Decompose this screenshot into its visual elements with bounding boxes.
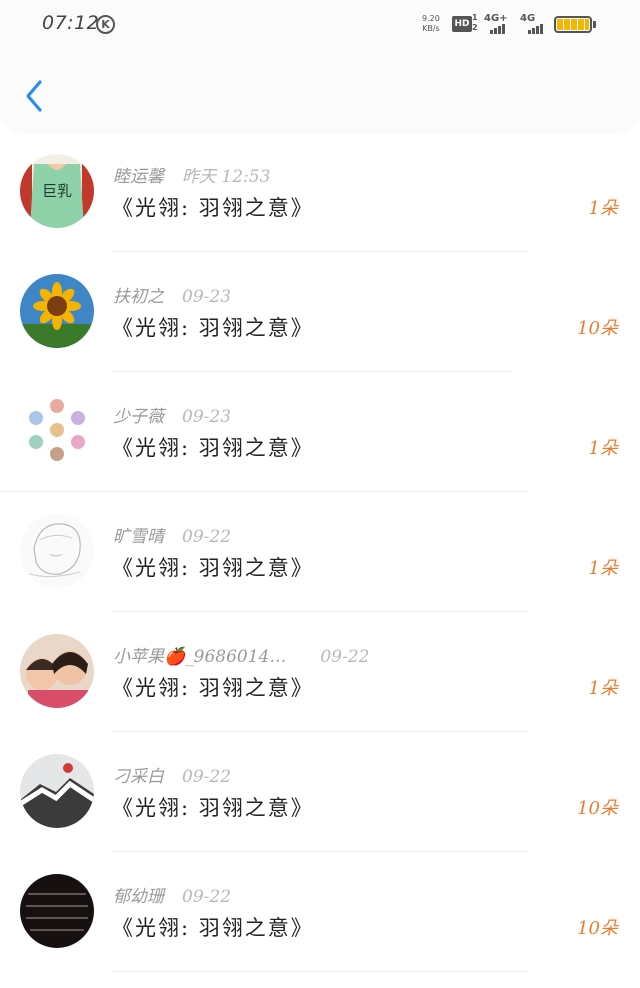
network-speed: 9.20 KB/s [422, 14, 440, 34]
avatar[interactable] [20, 754, 94, 828]
avatar[interactable] [20, 274, 94, 348]
k-notification-icon: K [96, 15, 115, 34]
user-name[interactable]: 小苹果🍎_9686014… [113, 647, 286, 667]
gift-date: 09-23 [182, 407, 232, 427]
sim1-signal-icon [490, 22, 505, 34]
network-speed-value: 9.20 [422, 14, 440, 23]
book-title: 《光翎: 羽翎之意》 [112, 796, 314, 820]
user-name[interactable]: 扶初之 [113, 287, 164, 307]
header: 07:12 K 9.20 KB/s HD 12 4G+ 4G [0, 0, 640, 132]
avatar[interactable] [20, 634, 94, 708]
divider [112, 971, 528, 972]
back-button[interactable] [16, 76, 56, 116]
avatar[interactable]: 巨乳 [20, 154, 94, 228]
book-title: 《光翎: 羽翎之意》 [112, 196, 314, 220]
gift-date: 09-23 [182, 287, 232, 307]
gift-date: 09-22 [182, 767, 232, 787]
list-item[interactable]: 小苹果🍎_9686014… 09-22 《光翎: 羽翎之意》 1朵 [0, 612, 640, 732]
battery-tip [593, 21, 596, 28]
gift-count: 1朵 [588, 198, 618, 219]
gift-count: 10朵 [577, 318, 618, 339]
book-title: 《光翎: 羽翎之意》 [112, 916, 314, 940]
sim-index-icon: 12 [472, 13, 478, 32]
hd-voice-icon: HD [452, 16, 472, 32]
avatar[interactable] [20, 394, 94, 468]
gift-count: 10朵 [577, 918, 618, 939]
svg-text:巨乳: 巨乳 [42, 182, 72, 200]
avatar[interactable] [20, 514, 94, 588]
book-title: 《光翎: 羽翎之意》 [112, 676, 314, 700]
gift-count: 10朵 [577, 798, 618, 819]
gift-date: 09-22 [182, 887, 232, 907]
gift-count: 1朵 [588, 558, 618, 579]
book-title: 《光翎: 羽翎之意》 [112, 556, 314, 580]
user-name[interactable]: 刁采白 [113, 767, 164, 787]
avatar[interactable] [20, 874, 94, 948]
gift-date: 09-22 [182, 527, 232, 547]
book-title: 《光翎: 羽翎之意》 [112, 436, 314, 460]
user-name[interactable]: 睦运馨 [113, 167, 164, 187]
list-item[interactable]: 刁采白 09-22 《光翎: 羽翎之意》 10朵 [0, 732, 640, 852]
user-name[interactable]: 旷雪晴 [113, 527, 164, 547]
list-item[interactable]: 少子薇 09-23 《光翎: 羽翎之意》 1朵 [0, 372, 640, 492]
list-item[interactable]: 扶初之 09-23 《光翎: 羽翎之意》 10朵 [0, 252, 640, 372]
list-item[interactable]: 巨乳 睦运馨 昨天 12:53 《光翎: 羽翎之意》 1朵 [0, 132, 640, 252]
book-title: 《光翎: 羽翎之意》 [112, 316, 314, 340]
list-item[interactable]: 旷雪晴 09-22 《光翎: 羽翎之意》 1朵 [0, 492, 640, 612]
battery-icon [554, 16, 592, 33]
user-name[interactable]: 少子薇 [113, 407, 164, 427]
gift-count: 1朵 [588, 678, 618, 699]
gift-date: 09-22 [320, 647, 370, 667]
user-name[interactable]: 郁幼珊 [113, 887, 164, 907]
gift-list: 巨乳 睦运馨 昨天 12:53 《光翎: 羽翎之意》 1朵 扶初之 09-23 … [0, 132, 640, 972]
status-bar: 07:12 K 9.20 KB/s HD 12 4G+ 4G [0, 0, 640, 50]
sim2-signal-icon [528, 22, 543, 34]
gift-date: 昨天 12:53 [182, 167, 271, 187]
status-time: 07:12 [42, 12, 100, 34]
chevron-left-icon [26, 80, 42, 112]
list-item[interactable]: 郁幼珊 09-22 《光翎: 羽翎之意》 10朵 [0, 852, 640, 972]
network-speed-unit: KB/s [422, 24, 440, 33]
gift-count: 1朵 [588, 438, 618, 459]
